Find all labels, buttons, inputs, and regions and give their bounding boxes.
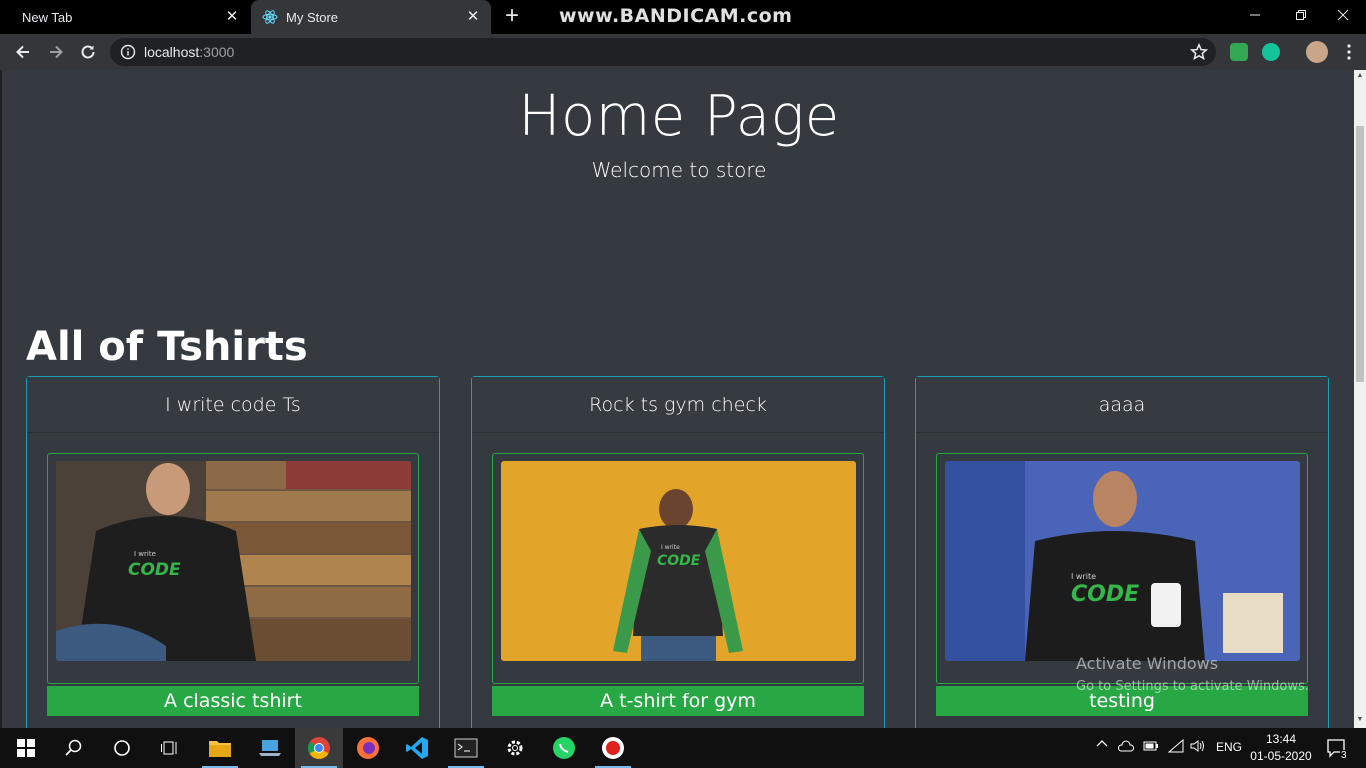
bandicam-record-icon[interactable] [589, 728, 637, 768]
settings-gear-icon[interactable] [491, 728, 539, 768]
vscode-icon[interactable] [393, 728, 441, 768]
page-subtitle: Welcome to store [591, 158, 767, 182]
product-name: Rock ts gym check [472, 377, 884, 433]
volume-icon[interactable] [1190, 739, 1206, 756]
tab-new-tab[interactable]: New Tab ✕ [0, 0, 250, 34]
tab-strip: New Tab ✕ My Store ✕ + www.BANDICAM.com [0, 0, 1366, 34]
product-description: A classic tshirt [47, 686, 419, 716]
product-image-frame: I write CODE [47, 453, 419, 684]
svg-text:CODE: CODE [1071, 582, 1139, 607]
svg-text:CODE: CODE [657, 553, 701, 569]
url-host: localhost [144, 44, 200, 60]
product-name: aaaa [916, 377, 1328, 433]
clock-date: 01-05-2020 [1250, 749, 1312, 763]
scroll-down-icon[interactable]: ▼ [1356, 716, 1364, 724]
grammarly-icon[interactable] [1262, 43, 1280, 61]
product-image[interactable]: I write CODE [56, 461, 411, 661]
tab-label: New Tab [22, 9, 73, 25]
whatsapp-icon[interactable] [540, 728, 588, 768]
notification-count-badge: 3 [1340, 750, 1348, 761]
product-image-frame: I write CODE [492, 453, 864, 684]
product-description: A t-shirt for gym [492, 686, 864, 716]
svg-text:I write: I write [134, 550, 156, 558]
svg-text:I write: I write [1071, 572, 1096, 581]
forward-arrow-icon[interactable] [43, 39, 69, 65]
extension-mail-icon[interactable] [1230, 43, 1248, 61]
activate-line1: Activate Windows [1076, 654, 1219, 673]
activate-line2: Go to Settings to activate Windows. [1076, 679, 1309, 694]
svg-text:CODE: CODE [128, 560, 181, 580]
react-favicon-icon [262, 10, 278, 24]
url-port: :3000 [199, 44, 235, 60]
scrollbar-thumb[interactable] [1356, 126, 1364, 382]
section-title: All of Tshirts [26, 324, 308, 370]
onedrive-icon[interactable] [1117, 739, 1135, 756]
page-scrollbar[interactable]: ▲ ▼ [1354, 70, 1366, 728]
product-image[interactable]: I write CODE [501, 461, 856, 661]
minimize-icon[interactable] [1232, 0, 1278, 30]
system-clock[interactable]: 13:44 01-05-2020 [1248, 731, 1314, 765]
battery-icon[interactable] [1143, 740, 1159, 755]
menu-dots-icon[interactable] [1336, 39, 1362, 65]
browser-toolbar: localhost:3000 [0, 34, 1366, 70]
back-arrow-icon[interactable] [10, 39, 36, 65]
page-title: Home Page [518, 84, 840, 149]
scroll-up-icon[interactable]: ▲ [1356, 72, 1364, 80]
activate-windows-watermark: Activate Windows Go to Settings to activ… [1076, 654, 1309, 694]
laptop-app-icon[interactable] [246, 728, 294, 768]
wifi-icon[interactable] [1167, 738, 1184, 756]
new-tab-plus-icon[interactable]: + [500, 4, 524, 28]
chrome-icon[interactable] [295, 728, 343, 768]
file-explorer-icon[interactable] [196, 728, 244, 768]
task-view-icon[interactable] [146, 728, 194, 768]
page-viewport: Home Page Welcome to store All of Tshirt… [0, 70, 1354, 728]
reload-icon[interactable] [75, 39, 101, 65]
product-card: Rock ts gym check I write CODE A t-shirt… [471, 376, 885, 728]
cortana-icon[interactable] [98, 728, 146, 768]
close-window-icon[interactable] [1320, 0, 1366, 30]
language-indicator[interactable]: ENG [1216, 740, 1242, 754]
tab-my-store[interactable]: My Store ✕ [251, 0, 491, 34]
product-image-frame: I write CODE [936, 453, 1308, 684]
product-name: I write code Ts [27, 377, 439, 433]
windows-taskbar: ENG 13:44 01-05-2020 3 [0, 728, 1366, 768]
close-tab-icon[interactable]: ✕ [224, 9, 240, 25]
bookmark-star-icon[interactable] [1190, 43, 1208, 61]
show-hidden-icons-chevron-icon[interactable] [1096, 738, 1108, 753]
close-tab-icon[interactable]: ✕ [465, 9, 481, 25]
svg-text:I write: I write [661, 544, 680, 551]
recording-watermark: www.BANDICAM.com [559, 5, 793, 27]
product-card: I write code Ts I write CODE A classic t… [26, 376, 440, 728]
tab-label: My Store [286, 9, 339, 25]
info-icon[interactable] [120, 44, 136, 60]
profile-avatar[interactable] [1306, 41, 1328, 63]
clock-time: 13:44 [1265, 732, 1297, 746]
address-bar[interactable]: localhost:3000 [110, 38, 1216, 66]
terminal-icon[interactable] [442, 728, 490, 768]
windows-start-icon[interactable] [2, 728, 50, 768]
firefox-icon[interactable] [344, 728, 392, 768]
product-image[interactable]: I write CODE [945, 461, 1300, 661]
url-text[interactable]: localhost:3000 [144, 44, 234, 60]
search-icon[interactable] [50, 728, 98, 768]
restore-icon[interactable] [1278, 0, 1324, 30]
